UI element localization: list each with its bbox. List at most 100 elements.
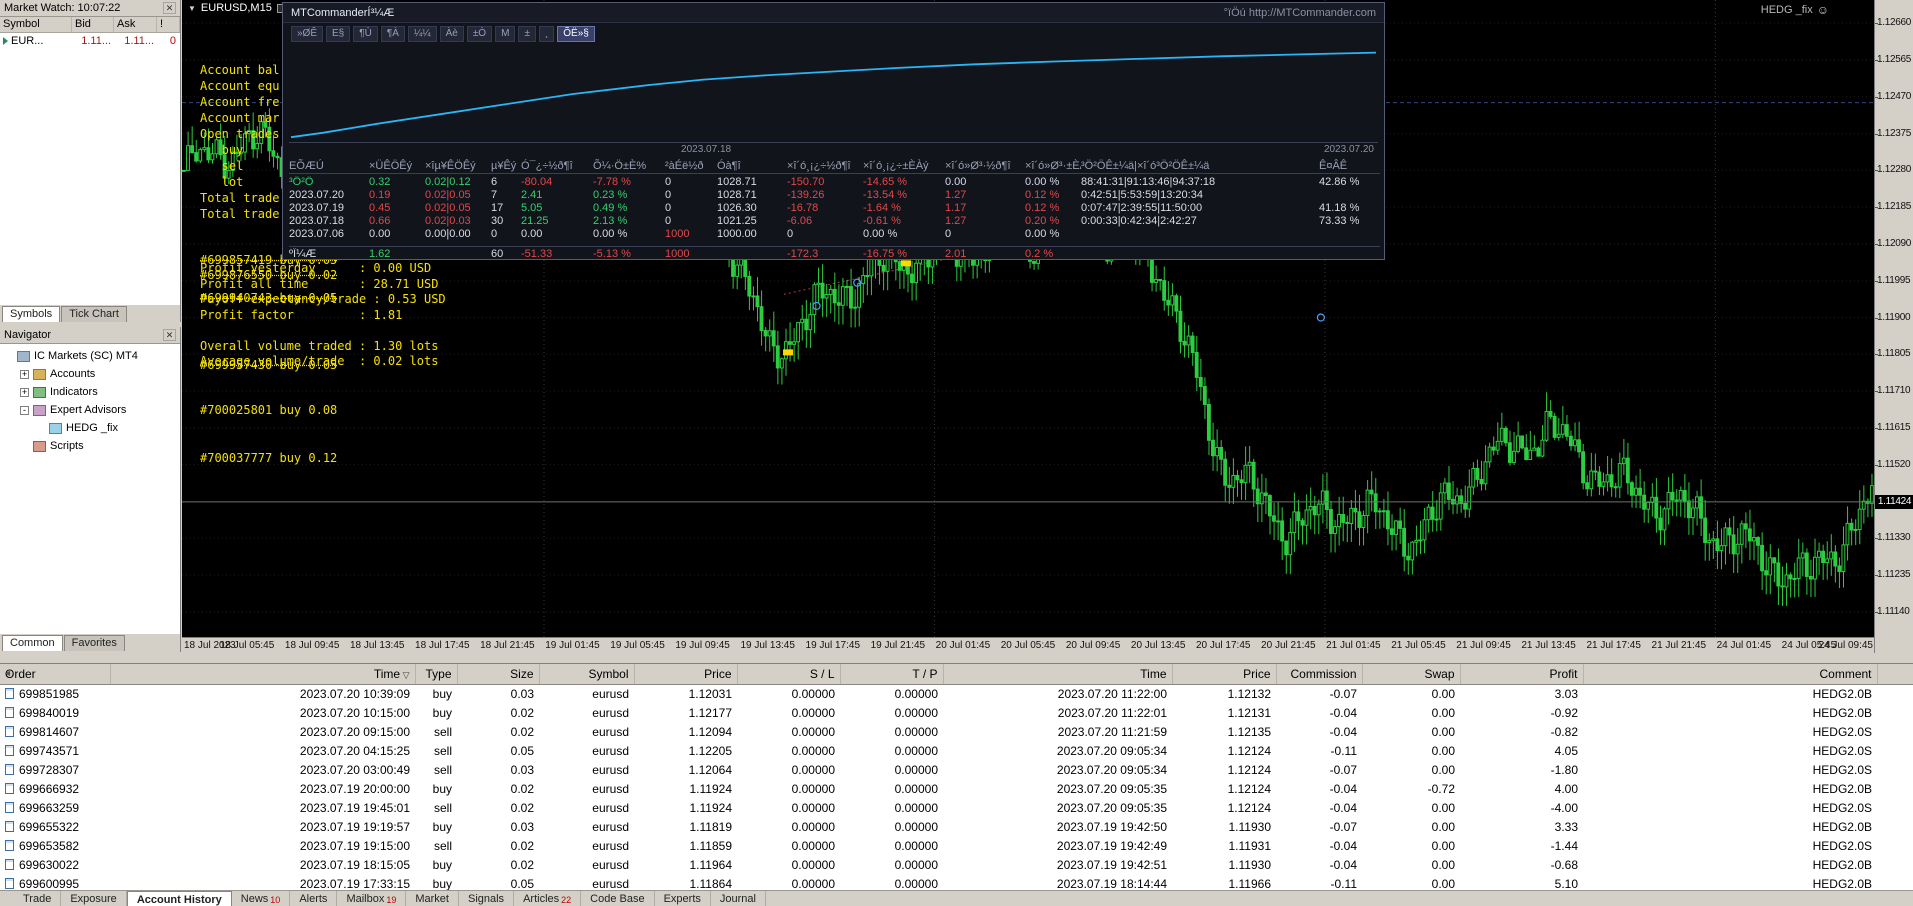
navigator-item-expert-advisors[interactable]: - Expert Advisors (0, 401, 180, 419)
tab-symbols[interactable]: Symbols (2, 306, 61, 322)
history-col-t-p[interactable]: T / P (840, 664, 944, 685)
tab-code-base[interactable]: Code Base (581, 891, 655, 906)
tab-news[interactable]: News 10 (232, 891, 291, 906)
mtc-toolbar-button-item[interactable]: »ØÊ (291, 26, 324, 42)
mtc-toolbar-button-item[interactable]: ¶À (380, 26, 405, 42)
mtc-toolbar-button-e[interactable]: E§ (326, 26, 351, 42)
history-row[interactable]: 699600995 2023.07.19 17:33:15 buy 0.05 eurus… (0, 874, 1913, 890)
history-row[interactable]: 699630022 2023.07.19 18:15:05 buy 0.02 eurus… (0, 855, 1913, 874)
price-scale[interactable]: 1.12660 1.12565 1.12470 1.12375 1.12280 1.121… (1874, 0, 1913, 653)
tab-market[interactable]: Market (406, 891, 459, 906)
row-filler (1877, 760, 1913, 779)
history-row[interactable]: 699663259 2023.07.19 19:45:01 sell 0.02 euru… (0, 798, 1913, 817)
time-axis[interactable]: 18 Jul 2023 18 Jul 05:45 18 Jul 09:45 18 Ju… (182, 637, 1874, 653)
history-col-order[interactable]: Order (0, 664, 111, 685)
history-cell: 0.00 (1362, 703, 1460, 722)
history-row[interactable]: 699814607 2023.07.20 09:15:00 sell 0.02 euru… (0, 722, 1913, 741)
mtc-col-header: ³Ö²ÖÊ±¼ä|×î´ó³Ö²ÖÊ±¼ä (1081, 160, 1210, 172)
mtcommander-help-link[interactable]: °ïÖú http://MTCommander.com (1224, 7, 1376, 19)
tab-common[interactable]: Common (2, 635, 63, 651)
mtc-toolbar-button-item[interactable]: ¼¼ (407, 26, 437, 42)
ea-status-line: buy (200, 143, 244, 157)
tab-journal[interactable]: Journal (711, 891, 766, 906)
price-tick-label: 1.12565 (1877, 54, 1912, 66)
market-watch-col-symbol[interactable]: Symbol (0, 17, 72, 32)
history-row[interactable]: 699728307 2023.07.20 03:00:49 sell 0.03 euru… (0, 760, 1913, 779)
order-cell: 699666932 (0, 779, 110, 798)
market-watch-col-item[interactable]: ! (157, 17, 180, 32)
tab-account-history[interactable]: Account History (126, 891, 232, 906)
price-tick-mark (1875, 23, 1878, 25)
mtc-toolbar-button-item[interactable]: ±Ò (466, 26, 493, 42)
navigator-item-scripts[interactable]: Scripts (0, 437, 180, 455)
history-cell: 2023.07.20 10:15:00 (110, 703, 415, 722)
history-row[interactable]: 699851985 2023.07.20 10:39:09 buy 0.03 eurus… (0, 684, 1913, 703)
navigator-item-accounts[interactable]: + Accounts (0, 365, 180, 383)
history-col-price-close[interactable]: Price (1172, 664, 1277, 685)
collapse-icon[interactable]: - (20, 405, 29, 415)
history-cell: 0.00 (1362, 684, 1460, 703)
market-watch-row[interactable]: EUR... 1.11... 1.11... 0 (0, 33, 180, 48)
mtc-toolbar-button-item[interactable]: ÕË»§ (557, 26, 595, 42)
history-row[interactable]: 699655322 2023.07.19 19:19:57 buy 0.03 eurus… (0, 817, 1913, 836)
close-icon[interactable]: ✕ (163, 2, 176, 14)
panel-corner-icon[interactable]: ◄ (3, 668, 12, 678)
price-tick-mark (1875, 280, 1878, 282)
market-watch-col-ask[interactable]: Ask (114, 17, 157, 32)
history-cell: sell (415, 722, 457, 741)
order-label: #700037777 buy 0.12 (200, 451, 338, 465)
price-tick-label: 1.11520 (1877, 458, 1911, 470)
mtc-cell (1319, 189, 1380, 202)
history-col-commission-close[interactable]: Commission (1276, 664, 1363, 685)
market-watch-list[interactable]: EUR... 1.11... 1.11... 0 (0, 33, 180, 304)
navigator-item-hedg-fix[interactable]: HEDG _fix (0, 419, 180, 437)
history-col-s-l[interactable]: S / L (737, 664, 841, 685)
mtc-toolbar-button-item[interactable]: ¶Ù (353, 26, 378, 42)
history-col-comment-close[interactable]: Comment (1583, 664, 1878, 685)
history-col-type[interactable]: Type (415, 664, 458, 685)
mtc-toolbar-button-item[interactable]: ± (518, 26, 536, 42)
expand-icon[interactable]: + (20, 387, 29, 397)
item-label: Indicators (50, 386, 98, 398)
navigator-title: Navigator (4, 329, 52, 341)
tab-favorites[interactable]: Favorites (63, 635, 125, 651)
tab-experts[interactable]: Experts (655, 891, 711, 906)
mtc-toolbar-button-m[interactable]: M (495, 26, 516, 42)
equity-date-axis: 2023.07.18 2023.07.20 (289, 144, 1378, 157)
history-col-price[interactable]: Price (634, 664, 738, 685)
history-row[interactable]: 699653582 2023.07.19 19:15:00 sell 0.02 euru… (0, 836, 1913, 855)
ea-smiley-icon[interactable]: ☺ (1817, 3, 1829, 17)
history-col-size[interactable]: Size (457, 664, 540, 685)
mtcommander-titlebar[interactable]: MTCommanderÍ³¼Æ °ïÖú http://MTCommander.… (283, 3, 1384, 23)
history-col-swap-close[interactable]: Swap (1362, 664, 1461, 685)
tab-mailbox[interactable]: Mailbox 19 (337, 891, 407, 906)
mtc-toolbar-button-item[interactable]: Àè (439, 26, 464, 42)
tab-exposure[interactable]: Exposure (61, 891, 127, 906)
market-watch-title: Market Watch: 10:07:22 (4, 2, 121, 14)
time-tick-label: 18 Jul 17:45 (415, 640, 470, 651)
tab-tick-chart[interactable]: Tick Chart (61, 306, 127, 322)
history-col-profit-close[interactable]: Profit (1460, 664, 1584, 685)
mtc-cell: -13.54 % (863, 189, 908, 201)
price-tick-label: 1.12470 (1877, 90, 1912, 102)
history-col-time-close[interactable]: Time (943, 664, 1173, 685)
chart-plot[interactable]: ▼ EURUSD,M15 HEDG _fix ☺ Account bal Acco… (182, 0, 1874, 637)
close-icon[interactable]: ✕ (163, 329, 176, 341)
history-col-time[interactable]: Time ▽ (110, 664, 416, 685)
mtc-cell: -16.75 % (863, 248, 908, 260)
market-watch-col-bid[interactable]: Bid (72, 17, 114, 32)
chevron-down-icon[interactable]: ▼ (188, 4, 196, 13)
history-row[interactable]: 699666932 2023.07.19 20:00:00 buy 0.02 eurus… (0, 779, 1913, 798)
history-col-symbol[interactable]: Symbol (539, 664, 635, 685)
history-row[interactable]: 699743571 2023.07.20 04:15:25 sell 0.05 euru… (0, 741, 1913, 760)
navigator-item-indicators[interactable]: + Indicators (0, 383, 180, 401)
history-row[interactable]: 699840019 2023.07.20 10:15:00 buy 0.02 eurus… (0, 703, 1913, 722)
tab-trade[interactable]: Trade (14, 891, 62, 906)
mtc-toolbar-button-item[interactable]: ¸ (538, 26, 555, 42)
tab-signals[interactable]: Signals (459, 891, 515, 906)
tab-alerts[interactable]: Alerts (290, 891, 338, 906)
tab-articles[interactable]: Articles 22 (514, 891, 582, 906)
expand-icon[interactable]: + (20, 369, 29, 379)
navigator-item-ic-markets-sc-mt4[interactable]: IC Markets (SC) MT4 (0, 347, 180, 365)
history-cell: 1.12124 (1172, 760, 1276, 779)
